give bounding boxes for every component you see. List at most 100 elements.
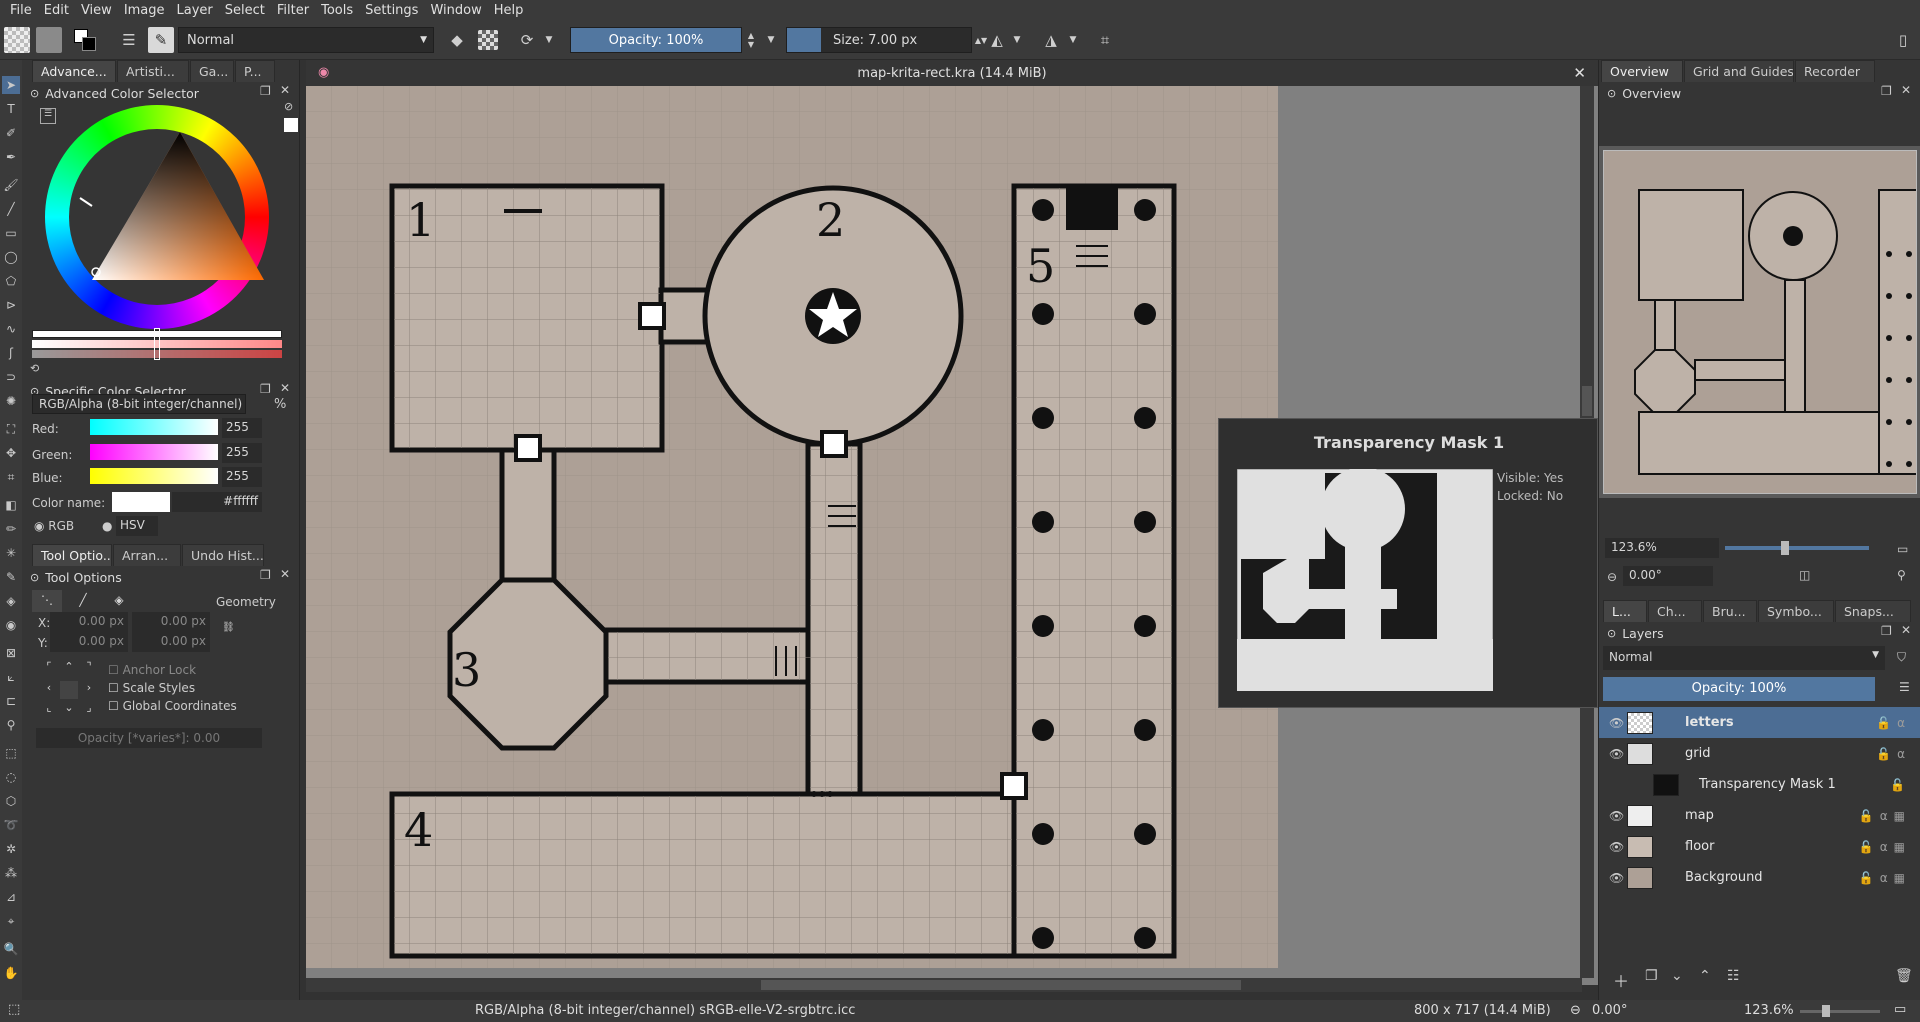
- menu-edit[interactable]: Edit: [38, 3, 75, 18]
- anchor-bottom-left-icon[interactable]: ⌞: [40, 701, 58, 720]
- tab-arrange[interactable]: Arran...: [113, 544, 181, 566]
- shape-opacity-slider[interactable]: Opacity [*varies*]: 0.00: [36, 728, 262, 748]
- anchor-top-icon[interactable]: ⌃: [60, 660, 78, 679]
- tab-snapshots[interactable]: Snaps...: [1835, 600, 1911, 622]
- float-icon[interactable]: ❐: [260, 84, 271, 98]
- layer-row-grid[interactable]: 👁 grid 🔓α: [1599, 738, 1920, 769]
- brush-preset-icon[interactable]: ✎: [148, 27, 174, 53]
- float-icon[interactable]: ❐: [260, 382, 271, 396]
- overview-thumbnail[interactable]: [1603, 150, 1917, 494]
- freehand-brush-icon[interactable]: 🖌: [2, 176, 20, 194]
- green-slider[interactable]: [90, 444, 218, 460]
- ellipse-select-icon[interactable]: ◌: [2, 768, 20, 786]
- menu-window[interactable]: Window: [424, 3, 487, 18]
- rect-select-icon[interactable]: ⬚: [2, 744, 20, 762]
- fit-view-icon[interactable]: ▭: [1894, 1002, 1906, 1017]
- filter-icon[interactable]: ⛉: [1897, 650, 1906, 665]
- lock-alpha-icons[interactable]: 🔓α▦: [1859, 871, 1911, 885]
- hex-field[interactable]: #ffffff: [172, 492, 262, 512]
- anchor-top-right-icon[interactable]: ⌝: [80, 660, 98, 679]
- tab-grid-guides[interactable]: Grid and Guides: [1684, 60, 1794, 82]
- alpha-lock-icon[interactable]: [478, 30, 498, 50]
- hsv-radio[interactable]: ●: [102, 519, 112, 533]
- float-icon[interactable]: ❐: [260, 568, 271, 582]
- size-slider[interactable]: Size: 7.00 px: [786, 27, 972, 53]
- reference-tool-icon[interactable]: ⊏: [2, 692, 20, 710]
- contiguous-select-icon[interactable]: ✲: [2, 840, 20, 858]
- rotate-icon[interactable]: ⊖: [1570, 1003, 1581, 1018]
- pin-icon[interactable]: ⚲: [1897, 568, 1906, 582]
- menu-help[interactable]: Help: [488, 3, 530, 18]
- tab-gamut[interactable]: Ga...: [190, 60, 234, 82]
- move-tool-icon[interactable]: ✥: [2, 444, 20, 462]
- delete-layer-icon[interactable]: 🗑: [1895, 968, 1913, 984]
- edit-shapes-icon[interactable]: ✐: [2, 124, 20, 142]
- lock-icon[interactable]: ⊙: [1607, 87, 1616, 100]
- menu-tools[interactable]: Tools: [315, 3, 359, 18]
- height-field[interactable]: 0.00 px: [132, 632, 210, 652]
- tab-undo-history[interactable]: Undo Hist...: [182, 544, 264, 566]
- smart-patch-icon[interactable]: ✳: [2, 544, 20, 562]
- tab-brushes[interactable]: Bru...: [1703, 600, 1757, 622]
- anchor-top-left-icon[interactable]: ⌜: [40, 660, 58, 679]
- transform-tool-icon[interactable]: ⛶: [2, 420, 20, 438]
- eye-icon[interactable]: 👁: [1609, 716, 1624, 730]
- select-shapes-icon[interactable]: ➤: [2, 76, 20, 94]
- menu-layer[interactable]: Layer: [171, 3, 219, 18]
- chevron-down-icon[interactable]: ▼: [764, 27, 778, 53]
- rgb-radio[interactable]: ◉ RGB: [34, 519, 74, 533]
- tab-palette[interactable]: P...: [235, 60, 275, 82]
- bezier-tool-icon[interactable]: ∿: [2, 320, 20, 338]
- rotate-icon[interactable]: ⊖: [1607, 570, 1617, 584]
- layer-row-map[interactable]: 👁 map 🔓α▦: [1599, 800, 1920, 831]
- rectangle-tool-icon[interactable]: ▭: [2, 224, 20, 242]
- measure-tool-icon[interactable]: ⟀: [2, 668, 20, 686]
- overview-zoom-select[interactable]: 123.6%: [1605, 538, 1719, 558]
- lock-icon[interactable]: 🔓: [1890, 778, 1911, 792]
- move-up-icon[interactable]: ⌃: [1699, 968, 1711, 984]
- chevron-down-icon[interactable]: ▼: [542, 27, 556, 53]
- polygon-tool-icon[interactable]: ⬠: [2, 272, 20, 290]
- freehand-select-icon[interactable]: ➰: [2, 816, 20, 834]
- eye-icon[interactable]: 👁: [1609, 871, 1624, 885]
- gradient-tool-icon[interactable]: ◧: [2, 496, 20, 514]
- color-sampler-icon[interactable]: ✏: [2, 520, 20, 538]
- menu-settings[interactable]: Settings: [359, 3, 424, 18]
- link-icon[interactable]: ⛓: [222, 622, 235, 633]
- layer-blend-select[interactable]: Normal ▼: [1603, 646, 1885, 670]
- tab-recorder[interactable]: Recorder: [1795, 60, 1875, 82]
- multibrush-icon[interactable]: ✺: [2, 392, 20, 410]
- colorize-mask-icon[interactable]: ✎: [2, 568, 20, 586]
- geometry-tab-icon[interactable]: ⋱: [32, 590, 62, 612]
- percent-toggle[interactable]: %: [274, 397, 286, 412]
- blend-mode-select[interactable]: Normal ▼: [178, 27, 434, 53]
- hsv-select[interactable]: HSV: [116, 516, 158, 536]
- layer-opacity-slider[interactable]: Opacity: 100%: [1603, 677, 1875, 701]
- scale-styles-checkbox[interactable]: ☐ Scale Styles: [108, 681, 195, 695]
- close-icon[interactable]: ✕: [280, 83, 290, 97]
- overview-rotation-field[interactable]: 0.00°: [1623, 566, 1713, 586]
- layer-properties-icon[interactable]: ☷: [1727, 968, 1740, 984]
- pin-tool-icon[interactable]: ⚲: [2, 716, 20, 734]
- eye-icon[interactable]: 👁: [1609, 747, 1624, 761]
- blue-slider[interactable]: [90, 468, 218, 484]
- enclose-fill-icon[interactable]: ◉: [2, 616, 20, 634]
- gradient-icon[interactable]: [36, 27, 62, 53]
- close-document-icon[interactable]: ✕: [1573, 64, 1586, 82]
- lock-icon[interactable]: ⊙: [30, 87, 39, 100]
- eraser-icon[interactable]: ◆: [444, 27, 470, 53]
- anchor-right-icon[interactable]: ›: [80, 681, 98, 700]
- tab-channels[interactable]: Ch...: [1648, 600, 1702, 622]
- chevron-down-icon[interactable]: ▼: [1010, 27, 1024, 53]
- layer-row-background[interactable]: 👁 Background 🔓α▦: [1599, 862, 1920, 893]
- close-icon[interactable]: ✕: [1901, 83, 1911, 97]
- red-slider[interactable]: [90, 419, 218, 435]
- tab-symbols[interactable]: Symbo...: [1758, 600, 1834, 622]
- green-value-field[interactable]: 255: [222, 443, 262, 463]
- tab-artistic[interactable]: Artisti...: [117, 60, 189, 82]
- float-icon[interactable]: ❐: [1881, 84, 1892, 98]
- magnetic-select-icon[interactable]: ⌖: [2, 912, 20, 930]
- pattern-icon[interactable]: [4, 27, 30, 53]
- toolbar-handle-icon[interactable]: ▯: [1890, 27, 1916, 53]
- horizontal-scrollbar[interactable]: [306, 978, 1582, 992]
